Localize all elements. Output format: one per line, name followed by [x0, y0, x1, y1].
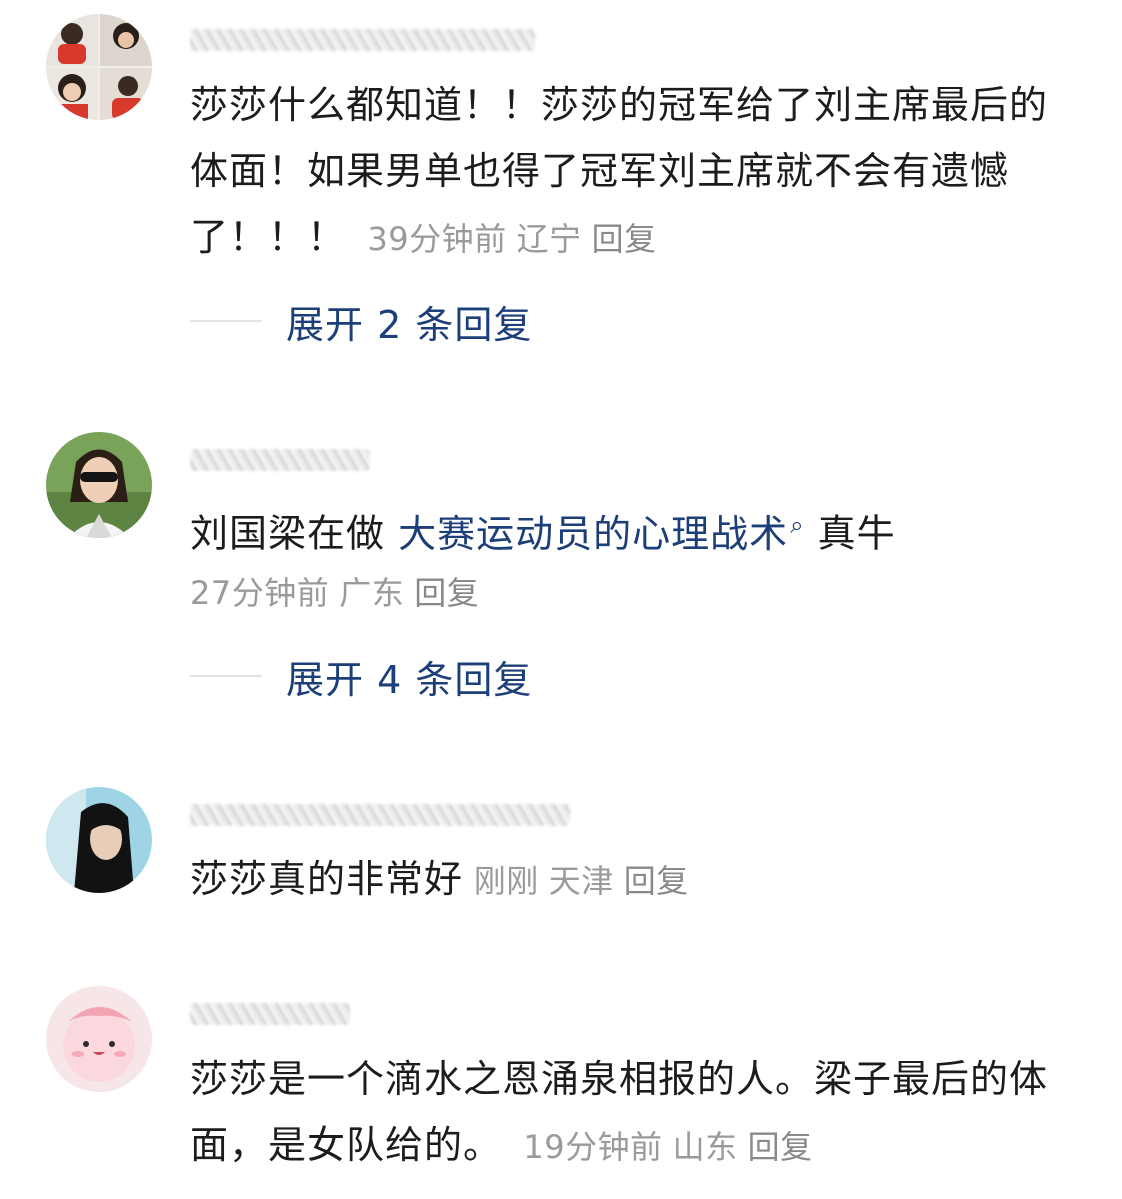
comment-meta: 刚刚 天津 回复: [463, 862, 699, 900]
comment-location: 辽宁: [516, 220, 582, 258]
divider: [190, 675, 262, 677]
expand-replies-label: 展开 2 条回复: [286, 302, 533, 347]
username-redacted[interactable]: [190, 795, 570, 835]
comment-location: 广东: [339, 574, 405, 612]
comment-location: 天津: [548, 862, 614, 900]
divider: [190, 320, 262, 322]
comment-text: 莎莎是一个滴水之恩涌泉相报的人。梁子最后的体面，是女队给的。 19分钟前 山东 回复: [190, 1057, 1049, 1167]
expand-replies-button[interactable]: 展开 4 条回复: [190, 651, 533, 702]
comment-item: 莎莎什么都知道！！莎莎的冠军给了刘主席最后的体面！如果男单也得了冠军刘主席就不会…: [0, 0, 1122, 370]
comment-meta: 39分钟前 辽宁 回复: [346, 220, 667, 258]
search-icon: ⌕: [790, 511, 805, 539]
reply-button[interactable]: 回复: [624, 862, 689, 900]
avatar[interactable]: [46, 432, 152, 538]
reply-button[interactable]: 回复: [414, 574, 479, 612]
comment-text: 莎莎真的非常好 刚刚 天津 回复: [190, 846, 1060, 914]
comment-time: 19分钟前: [523, 1128, 663, 1166]
expand-replies-button[interactable]: 展开 2 条回复: [190, 296, 533, 347]
comment-text: 莎莎什么都知道！！莎莎的冠军给了刘主席最后的体面！如果男单也得了冠军刘主席就不会…: [190, 83, 1049, 259]
comment-time: 27分钟前: [190, 574, 330, 612]
username-redacted[interactable]: [190, 994, 350, 1034]
username-redacted[interactable]: [190, 440, 370, 480]
avatar[interactable]: [46, 14, 152, 120]
username-redacted[interactable]: [190, 20, 535, 60]
comment-time: 39分钟前: [367, 220, 507, 258]
comment-text: 刘国梁在做 大赛运动员的心理战术⌕ 真牛: [190, 511, 896, 556]
avatar[interactable]: [46, 986, 152, 1092]
comment-meta: 19分钟前 山东 回复: [502, 1128, 823, 1166]
comment-location: 山东: [672, 1128, 738, 1166]
reply-button[interactable]: 回复: [748, 1128, 813, 1166]
reply-button[interactable]: 回复: [592, 220, 657, 258]
comment-meta: 27分钟前 广东 回复: [190, 560, 1060, 626]
search-topic-link[interactable]: 大赛运动员的心理战术⌕: [398, 511, 805, 556]
expand-replies-label: 展开 4 条回复: [286, 657, 533, 702]
avatar[interactable]: [46, 787, 152, 893]
comment-time: 刚刚: [473, 862, 539, 900]
